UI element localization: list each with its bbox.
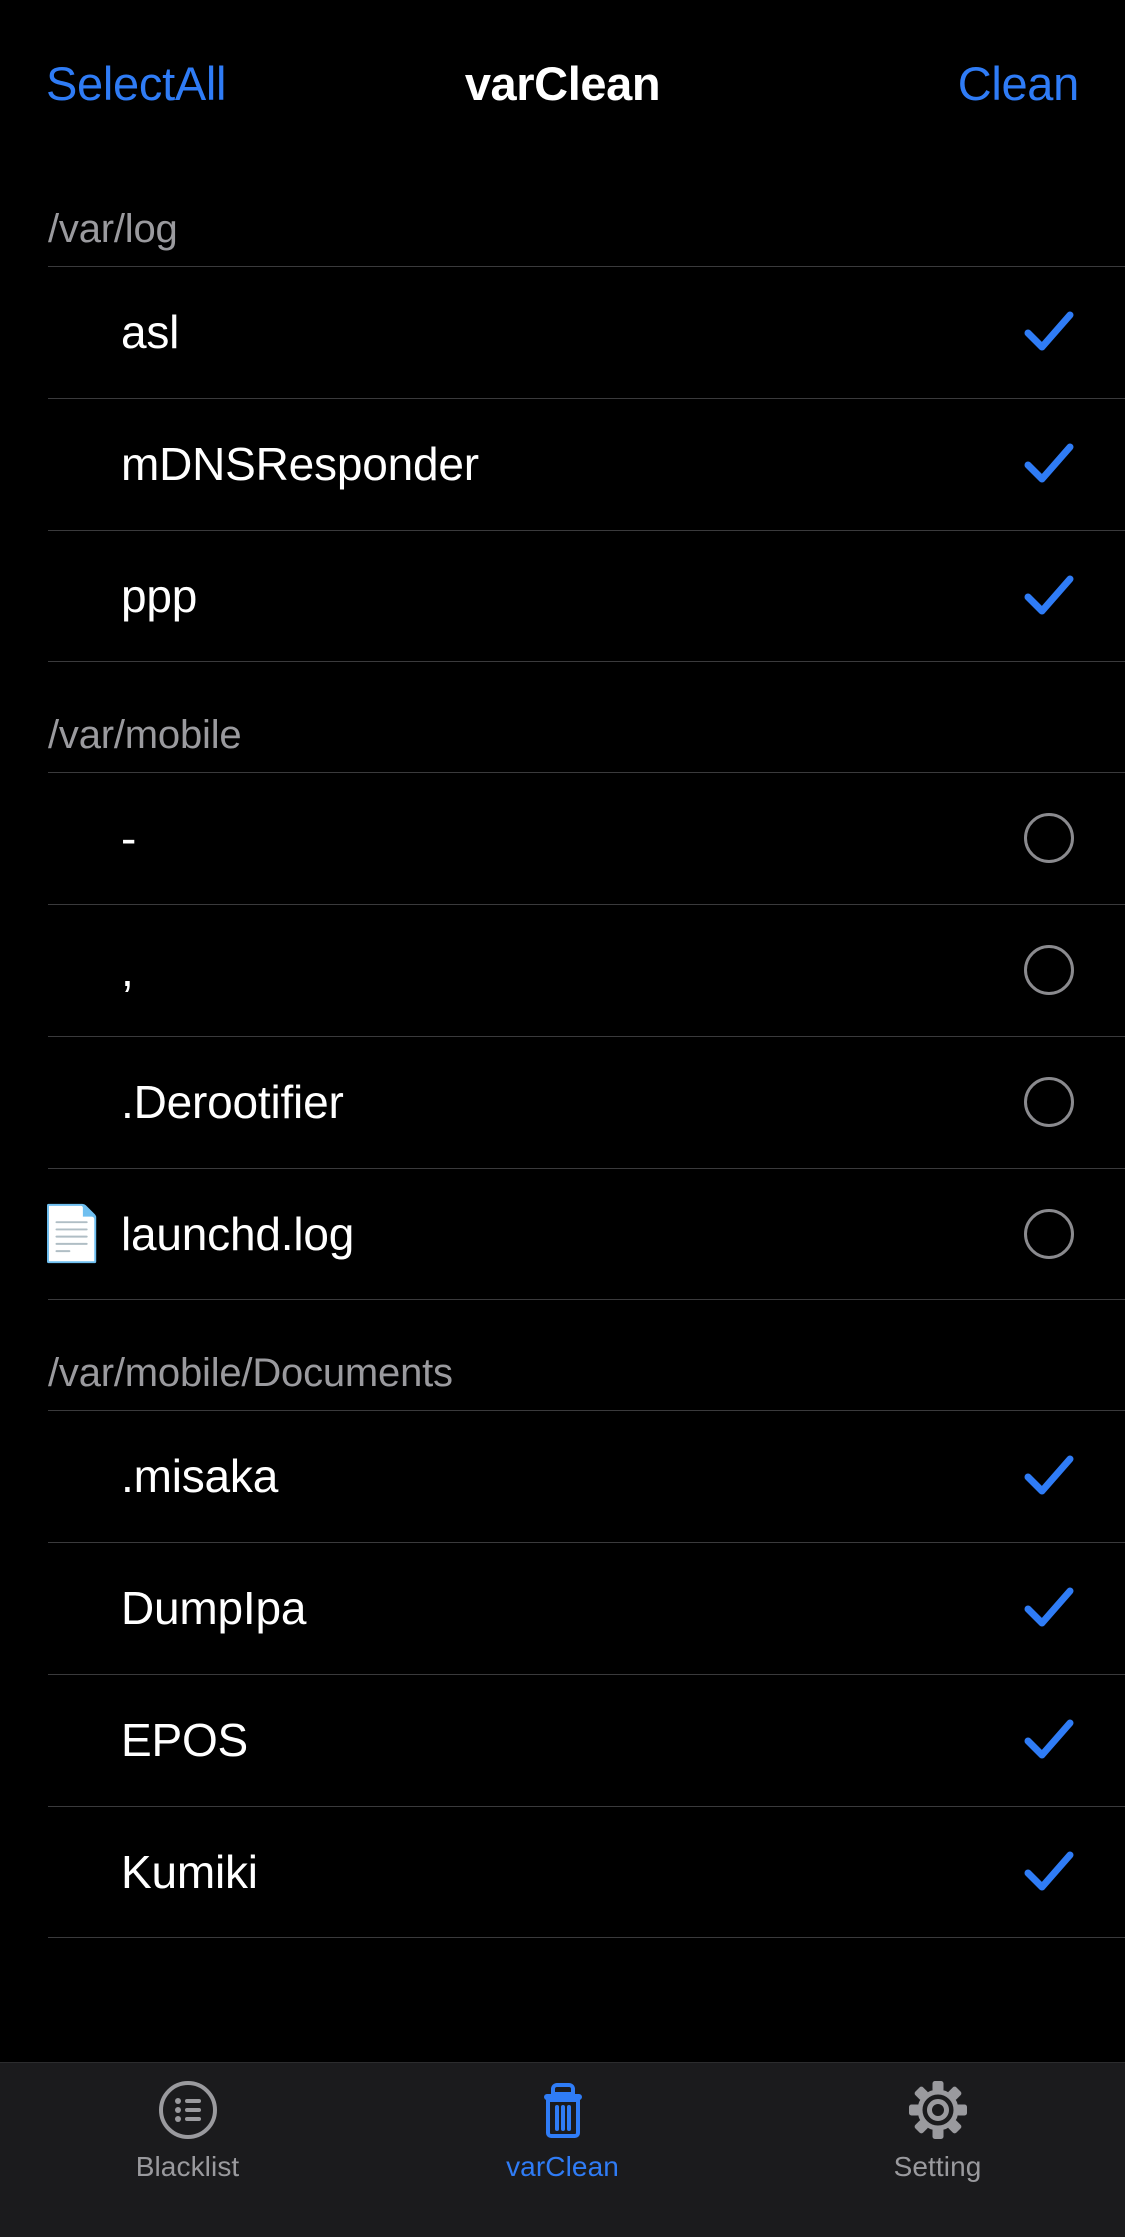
table-row[interactable]: 📄 launchd.log: [0, 1168, 1125, 1300]
file-list[interactable]: /var/log 🗂 asl 🗂 mDNSResponder 🗂 ppp/var/mobil…: [0, 148, 1125, 2062]
section-header: /var/mobile: [48, 713, 242, 757]
row-label: ppp: [121, 570, 198, 622]
checkmark-icon[interactable]: [1017, 1840, 1081, 1904]
table-row[interactable]: 🗂 -: [0, 772, 1125, 904]
circle-outline: [1024, 1209, 1074, 1259]
row-label: EPOS: [121, 1714, 249, 1766]
unchecked-circle-icon[interactable]: [1017, 1070, 1081, 1134]
list-circle-icon: [157, 2079, 219, 2141]
row-label: ,: [121, 944, 134, 996]
tab-label: Blacklist: [135, 2151, 240, 2182]
unchecked-circle-icon[interactable]: [1017, 938, 1081, 1002]
folder-icon: 🗂: [37, 566, 107, 626]
circle-outline: [1024, 1077, 1074, 1127]
folder-icon: 🗂: [37, 1072, 107, 1132]
var-clean-screen: SelectAll varClean Clean /var/log 🗂 asl 🗂 mD…: [0, 0, 1125, 2237]
row-label: launchd.log: [121, 1208, 355, 1260]
tab-label: Setting: [893, 2151, 982, 2182]
checkmark-icon[interactable]: [1017, 432, 1081, 496]
list-section: /var/mobile/Documents 🗂 .misaka 🗂 DumpIpa 🗂 EP…: [0, 1300, 1125, 1938]
folder-icon: 🗂: [37, 302, 107, 362]
row-label: mDNSResponder: [121, 438, 479, 490]
unchecked-circle-icon[interactable]: [1017, 1202, 1081, 1266]
table-row[interactable]: 🗂 ppp: [0, 530, 1125, 662]
row-label: Kumiki: [121, 1846, 258, 1898]
circle-outline: [1024, 813, 1074, 863]
gear-icon: [907, 2079, 969, 2141]
folder-icon: 🗂: [37, 808, 107, 868]
unchecked-circle-icon[interactable]: [1017, 806, 1081, 870]
checkmark-icon[interactable]: [1017, 1444, 1081, 1508]
table-row[interactable]: 🗂 .misaka: [0, 1410, 1125, 1542]
folder-icon: 🗂: [37, 1446, 107, 1506]
tab-label: varClean: [506, 2151, 619, 2182]
table-row[interactable]: 🗂 .Derootifier: [0, 1036, 1125, 1168]
folder-icon: 🗂: [37, 434, 107, 494]
table-row[interactable]: 🗂 asl: [0, 266, 1125, 398]
row-label: asl: [121, 306, 180, 358]
table-row[interactable]: 🗂 EPOS: [0, 1674, 1125, 1806]
circle-outline: [1024, 945, 1074, 995]
tab-blacklist[interactable]: Blacklist: [0, 2079, 375, 2183]
table-row[interactable]: 🗂 DumpIpa: [0, 1542, 1125, 1674]
section-header: /var/log: [48, 207, 178, 251]
tab-bar: Blacklist varClean Setting: [0, 2062, 1125, 2237]
table-row[interactable]: 🗂 mDNSResponder: [0, 398, 1125, 530]
trash-icon: [532, 2079, 594, 2141]
folder-icon: 🗂: [37, 1710, 107, 1770]
tab-varclean[interactable]: varClean: [375, 2079, 750, 2183]
folder-icon: 🗂: [37, 940, 107, 1000]
folder-icon: 🗂: [37, 1578, 107, 1638]
navigation-bar: SelectAll varClean Clean: [0, 0, 1125, 148]
select-all-button[interactable]: SelectAll: [46, 42, 226, 107]
checkmark-icon[interactable]: [1017, 300, 1081, 364]
folder-icon: 🗂: [37, 1842, 107, 1902]
table-row[interactable]: 🗂 Kumiki: [0, 1806, 1125, 1938]
clean-button[interactable]: Clean: [958, 42, 1080, 107]
checkmark-icon[interactable]: [1017, 564, 1081, 628]
row-label: .misaka: [121, 1450, 279, 1502]
list-section: /var/mobile 🗂 - 🗂, 🗂 .Derootifier 📄 launchd.log: [0, 662, 1125, 1300]
section-header: /var/mobile/Documents: [48, 1351, 453, 1395]
table-row[interactable]: 🗂,: [0, 904, 1125, 1036]
row-label: .Derootifier: [121, 1076, 344, 1128]
checkmark-icon[interactable]: [1017, 1576, 1081, 1640]
row-label: -: [121, 812, 137, 864]
tab-setting[interactable]: Setting: [750, 2079, 1125, 2183]
list-section: /var/log 🗂 asl 🗂 mDNSResponder 🗂 ppp: [0, 148, 1125, 662]
row-label: DumpIpa: [121, 1582, 307, 1634]
document-icon: 📄: [38, 1204, 106, 1264]
checkmark-icon[interactable]: [1017, 1708, 1081, 1772]
